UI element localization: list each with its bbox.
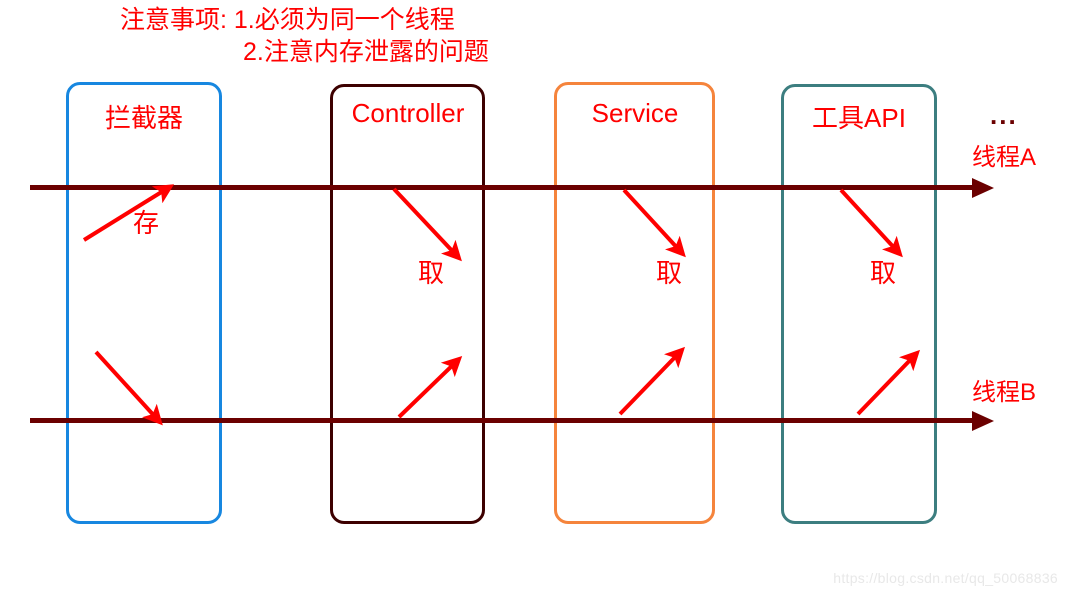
operation-label-7: 取 — [870, 258, 897, 288]
thread-arrowhead-2 — [972, 410, 994, 431]
lane-label-2: Controller — [351, 98, 465, 128]
lane-box-1 — [66, 82, 222, 524]
operation-label-3: 取 — [418, 258, 445, 288]
ellipsis-label: ... — [990, 100, 1018, 130]
lane-box-3 — [554, 82, 715, 524]
note-line-1: 注意事项: 1.必须为同一个线程 — [120, 6, 455, 34]
lane-box-2 — [330, 84, 485, 524]
thread-line-2 — [30, 418, 972, 423]
thread-arrowhead-1 — [972, 177, 994, 198]
thread-label-2: 线程B — [972, 379, 1037, 406]
thread-line-1 — [30, 185, 972, 190]
lane-label-3: Service — [591, 98, 679, 128]
lane-box-4 — [781, 84, 937, 524]
operation-label-1: 存 — [133, 208, 160, 238]
note-line-2: 2.注意内存泄露的问题 — [243, 38, 489, 66]
lane-label-1: 拦截器 — [104, 103, 183, 133]
watermark: https://blog.csdn.net/qq_50068836 — [833, 570, 1058, 586]
diagram-canvas: 注意事项: 1.必须为同一个线程 2.注意内存泄露的问题 拦截器 Controll… — [0, 0, 1072, 600]
operation-label-5: 取 — [656, 258, 683, 288]
thread-label-1: 线程A — [972, 144, 1037, 171]
lane-label-4: 工具API — [812, 103, 906, 133]
